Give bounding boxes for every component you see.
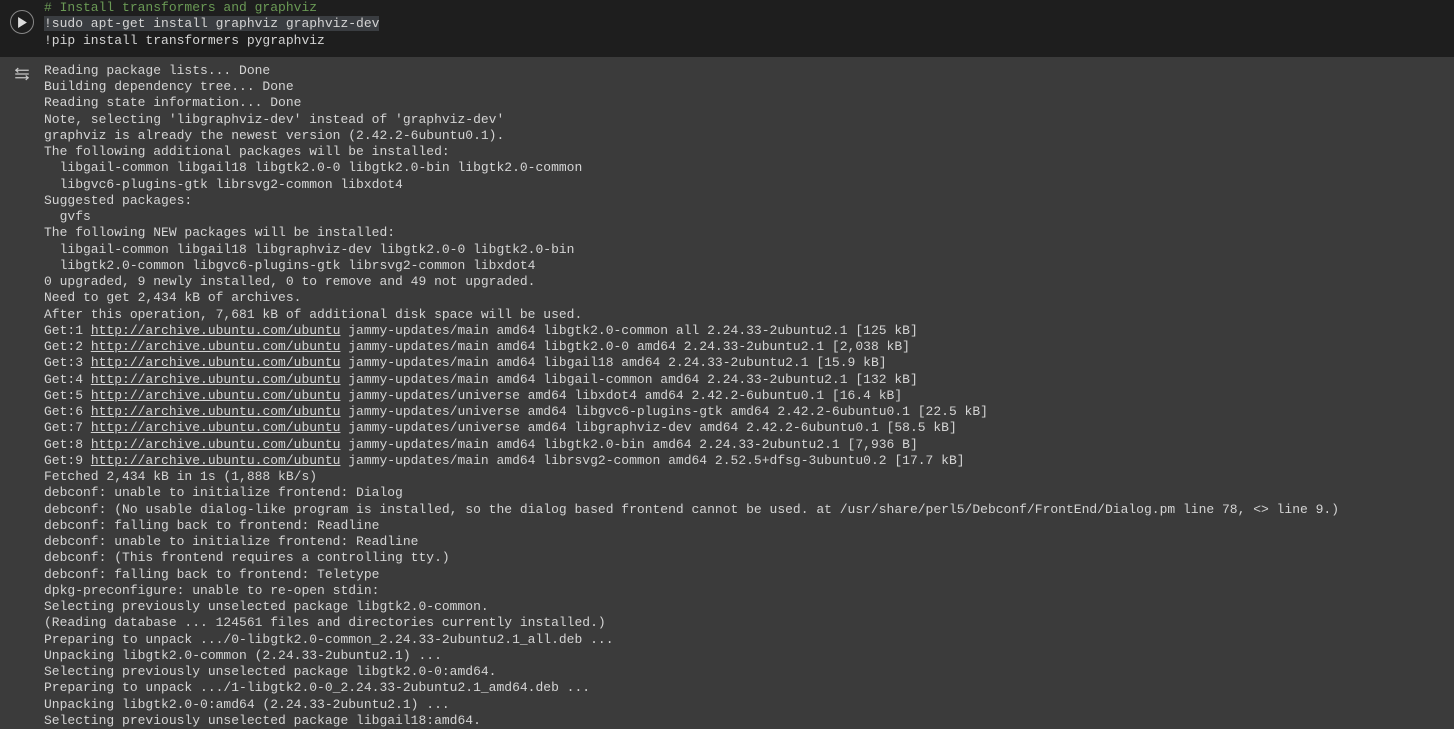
output-line: gvfs [44, 209, 91, 224]
archive-link[interactable]: http://archive.ubuntu.com/ubuntu [91, 420, 341, 435]
archive-link[interactable]: http://archive.ubuntu.com/ubuntu [91, 355, 341, 370]
output-gutter [0, 63, 44, 729]
output-line: 0 upgraded, 9 newly installed, 0 to remo… [44, 274, 535, 289]
output-line: Unpacking libgtk2.0-0:amd64 (2.24.33-2ub… [44, 697, 450, 712]
code-line-2: !sudo apt-get install graphviz graphviz-… [44, 16, 379, 31]
output-line: Reading state information... Done [44, 95, 301, 110]
code-comment: # Install transformers and graphviz [44, 0, 317, 15]
code-gutter [0, 0, 44, 49]
output-line: Fetched 2,434 kB in 1s (1,888 kB/s) [44, 469, 317, 484]
archive-link[interactable]: http://archive.ubuntu.com/ubuntu [91, 372, 341, 387]
output-line: debconf: falling back to frontend: Telet… [44, 567, 379, 582]
output-line: debconf: (No usable dialog-like program … [44, 502, 1339, 517]
output-line: (Reading database ... 124561 files and d… [44, 615, 606, 630]
output-cell: Reading package lists... Done Building d… [0, 57, 1454, 729]
output-line: libgail-common libgail18 libgtk2.0-0 lib… [44, 160, 582, 175]
archive-link[interactable]: http://archive.ubuntu.com/ubuntu [91, 437, 341, 452]
output-line: Selecting previously unselected package … [44, 713, 481, 728]
archive-link[interactable]: http://archive.ubuntu.com/ubuntu [91, 323, 341, 338]
output-get-line: Get:9 http://archive.ubuntu.com/ubuntu j… [44, 453, 965, 468]
output-line: Need to get 2,434 kB of archives. [44, 290, 301, 305]
output-line: Preparing to unpack .../0-libgtk2.0-comm… [44, 632, 614, 647]
output-line: debconf: (This frontend requires a contr… [44, 550, 450, 565]
output-get-line: Get:2 http://archive.ubuntu.com/ubuntu j… [44, 339, 910, 354]
output-line: Selecting previously unselected package … [44, 664, 496, 679]
output-line: Preparing to unpack .../1-libgtk2.0-0_2.… [44, 680, 590, 695]
archive-link[interactable]: http://archive.ubuntu.com/ubuntu [91, 339, 341, 354]
output-line: dpkg-preconfigure: unable to re-open std… [44, 583, 379, 598]
output-get-line: Get:3 http://archive.ubuntu.com/ubuntu j… [44, 355, 887, 370]
output-line: After this operation, 7,681 kB of additi… [44, 307, 582, 322]
output-get-line: Get:5 http://archive.ubuntu.com/ubuntu j… [44, 388, 902, 403]
sliders-icon [13, 65, 31, 83]
output-line: The following additional packages will b… [44, 144, 450, 159]
output-get-line: Get:8 http://archive.ubuntu.com/ubuntu j… [44, 437, 918, 452]
output-line: The following NEW packages will be insta… [44, 225, 395, 240]
output-line: Unpacking libgtk2.0-common (2.24.33-2ubu… [44, 648, 442, 663]
output-line: libgvc6-plugins-gtk librsvg2-common libx… [44, 177, 403, 192]
output-get-line: Get:1 http://archive.ubuntu.com/ubuntu j… [44, 323, 918, 338]
output-line: Suggested packages: [44, 193, 192, 208]
output-line: libgail-common libgail18 libgraphviz-dev… [44, 242, 575, 257]
output-get-line: Get:7 http://archive.ubuntu.com/ubuntu j… [44, 420, 957, 435]
output-toggle-icon[interactable] [13, 65, 31, 88]
output-line: Reading package lists... Done [44, 63, 270, 78]
output-line: libgtk2.0-common libgvc6-plugins-gtk lib… [44, 258, 535, 273]
play-icon [17, 17, 28, 28]
code-cell: # Install transformers and graphviz !sud… [0, 0, 1454, 57]
archive-link[interactable]: http://archive.ubuntu.com/ubuntu [91, 404, 341, 419]
output-line: debconf: falling back to frontend: Readl… [44, 518, 379, 533]
code-line-3: !pip install transformers pygraphviz [44, 33, 325, 48]
output-line: debconf: unable to initialize frontend: … [44, 485, 403, 500]
code-editor[interactable]: # Install transformers and graphviz !sud… [44, 0, 1454, 49]
output-line: Selecting previously unselected package … [44, 599, 489, 614]
archive-link[interactable]: http://archive.ubuntu.com/ubuntu [91, 453, 341, 468]
output-get-line: Get:4 http://archive.ubuntu.com/ubuntu j… [44, 372, 918, 387]
output-text[interactable]: Reading package lists... Done Building d… [44, 63, 1454, 729]
output-line: Building dependency tree... Done [44, 79, 294, 94]
output-line: debconf: unable to initialize frontend: … [44, 534, 418, 549]
output-line: Note, selecting 'libgraphviz-dev' instea… [44, 112, 504, 127]
output-line: graphviz is already the newest version (… [44, 128, 504, 143]
archive-link[interactable]: http://archive.ubuntu.com/ubuntu [91, 388, 341, 403]
output-get-line: Get:6 http://archive.ubuntu.com/ubuntu j… [44, 404, 988, 419]
run-cell-button[interactable] [10, 10, 34, 34]
